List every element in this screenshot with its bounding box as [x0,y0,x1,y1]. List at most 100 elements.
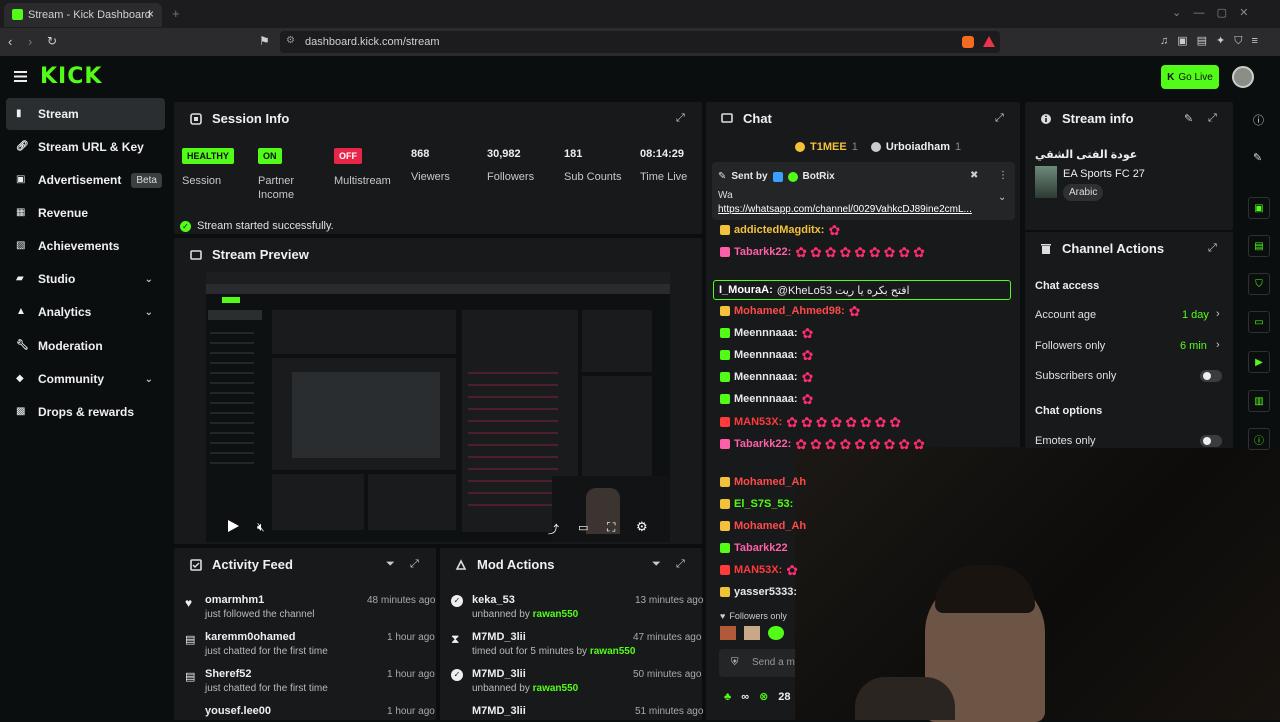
sidebar-item-achievements[interactable]: ▧ Achievements [6,230,165,262]
extensions-icons[interactable]: ♫▣▤✦⛉≡ [1160,34,1267,48]
activity-user[interactable]: omarmhm1 [205,594,264,606]
more-icon[interactable]: ⋮ [998,170,1008,181]
chat-username[interactable]: yasser5333: [734,586,797,598]
chat-username[interactable]: Tabarkk22: [734,438,791,450]
chat-message[interactable]: Tabarkk22 [720,539,1010,557]
rail-preview-button[interactable]: ▣ [1248,197,1270,219]
mod-user[interactable]: keka_53 [472,594,515,606]
address-bar[interactable]: ⚙ dashboard.kick.com/stream [280,31,1000,53]
chat-message[interactable]: Mohamed_Ah [720,517,1010,535]
chat-username[interactable]: MAN53X: [734,564,782,576]
menu-icon[interactable] [14,71,27,82]
chat-username[interactable]: El_S7S_53: [734,498,793,510]
chat-username[interactable]: Mohamed_Ah [734,520,806,532]
chat-username[interactable]: Mohamed_Ahmed98: [734,305,845,317]
avatar[interactable] [1232,66,1254,88]
mod-expand-icon[interactable]: ⤢ [676,558,685,571]
brave-shield-icon[interactable] [962,36,974,48]
channel-actions-expand-icon[interactable]: ⤢ [1208,242,1217,255]
mod-user[interactable]: M7MD_3lii [472,668,526,680]
rail-edit-icon[interactable]: ✎ [1253,151,1262,164]
sidebar-item-drops-rewards[interactable]: ▩ Drops & rewards [6,396,165,428]
follower-avatar[interactable] [720,626,736,640]
top-user-1[interactable]: T1MEE [810,141,847,153]
chat-message[interactable]: yasser5333: [720,583,1010,601]
account-age-value[interactable]: 1 day [1182,309,1209,321]
chevron-right-icon[interactable]: › [1216,308,1220,320]
rail-info-icon[interactable]: ⓘ [1253,112,1264,128]
category-name[interactable]: EA Sports FC 27 [1063,168,1145,180]
rail-trash-button[interactable]: ▥ [1248,390,1270,412]
chat-expand-icon[interactable]: ⤢ [995,112,1004,125]
theater-icon[interactable]: ▭ [578,521,588,534]
chat-message[interactable]: Meennnaaa: ✿ [720,390,1010,408]
pinned-message[interactable]: ✎ Sent by BotRix Wa https://whatsapp.com… [712,162,1015,220]
chat-message[interactable]: Meennnaaa: ✿ [720,368,1010,386]
go-live-button[interactable]: K Go Live [1161,65,1219,89]
play-icon[interactable] [228,520,239,532]
browser-tab[interactable]: Stream - Kick Dashboard × [4,3,162,27]
activity-expand-icon[interactable]: ⤢ [410,558,419,571]
rail-video-button[interactable]: ▶ [1248,351,1270,373]
subscribers-only-toggle[interactable] [1200,370,1222,382]
chat-message[interactable]: Meennnaaa: ✿ [720,324,1010,342]
chat-username[interactable]: addictedMagditx: [734,224,824,236]
activity-user[interactable]: karemm0ohamed [205,631,296,643]
follower-avatar[interactable] [768,626,784,640]
sidebar-item-analytics[interactable]: ▲ Analytics ⌄ [6,296,165,328]
stream-info-expand-icon[interactable]: ⤢ [1208,112,1217,125]
rail-info-button[interactable]: ⓘ [1248,428,1270,450]
activity-user[interactable]: Sheref52 [205,668,251,680]
mod-user[interactable]: M7MD_3lii [472,705,526,717]
chat-message[interactable]: Meennnaaa: ✿ [720,346,1010,364]
new-tab-icon[interactable]: + [172,6,180,21]
category-thumbnail[interactable] [1035,166,1057,198]
chat-username[interactable]: Meennnaaa: [734,393,798,405]
activity-user[interactable]: yousef.lee00 [205,705,271,717]
chat-username[interactable]: Mohamed_Ah [734,476,806,488]
fullscreen-icon[interactable]: ⛶ [607,520,615,535]
sidebar-item-moderation[interactable]: 🔧︎ Moderation [6,330,165,362]
unpin-icon[interactable]: ✖ [970,170,978,181]
settings-gear-icon[interactable]: ⚙ [636,519,648,535]
edit-icon[interactable]: ✎ [1184,112,1193,125]
rail-analytics-button[interactable]: ▤ [1248,235,1270,257]
followers-only-value[interactable]: 6 min [1180,340,1207,352]
window-controls[interactable]: ⌄ — ▢ ✕ [1172,6,1249,19]
rewards-icon[interactable] [983,36,995,47]
stream-preview-video[interactable] [206,272,670,542]
emote-icon[interactable]: ♣ [724,691,731,703]
site-info-icon[interactable]: ⚙ [286,35,295,46]
chat-username[interactable]: Tabarkk22: [734,246,791,258]
sidebar-item-community[interactable]: ◆ Community ⌄ [6,363,165,395]
mod-user[interactable]: M7MD_3lii [472,631,526,643]
follower-avatar[interactable] [744,626,760,640]
pinned-link[interactable]: https://whatsapp.com/channel/0029VahkcDJ… [718,204,972,215]
forward-icon[interactable]: › [28,34,32,49]
sidebar-item-stream-url-key[interactable]: 🔗︎ Stream URL & Key [6,131,165,163]
chat-message[interactable]: MAN53X: ✿✿✿✿✿✿✿✿ [720,413,1010,431]
clip-icon[interactable]: ⤴ [548,521,559,537]
points-icon[interactable]: ⊗ [759,690,768,703]
chat-message[interactable]: addictedMagditx: ✿ [720,221,1010,239]
rail-mod-button[interactable]: ⛉ [1248,273,1270,295]
sidebar-item-stream[interactable]: ▮ Stream [6,98,165,130]
chat-message[interactable]: MAN53X: ✿ [720,561,1010,579]
chat-message[interactable]: Mohamed_Ah [720,473,1010,491]
rail-chat-button[interactable]: ▭ [1248,311,1270,333]
chat-message[interactable]: Tabarkk22: ✿✿✿✿✿✿✿✿✿ [720,243,1010,261]
sidebar-item-revenue[interactable]: ▦ Revenue [6,197,165,229]
filter-icon[interactable]: ⏷ [386,558,395,571]
pinned-sender[interactable]: BotRix [803,171,835,182]
chat-username[interactable]: Meennnaaa: [734,371,798,383]
reload-icon[interactable]: ↻ [47,34,57,48]
mod-by[interactable]: rawan550 [590,646,636,657]
top-user-2[interactable]: Urboiadham [886,141,950,153]
back-icon[interactable]: ‹ [8,34,12,49]
chat-username[interactable]: Tabarkk22 [734,542,788,554]
chat-username[interactable]: I_MouraA: [719,284,773,296]
bookmark-icon[interactable]: ⚑ [259,34,270,48]
chat-message[interactable]: Tabarkk22: ✿✿✿✿✿✿✿✿✿ [720,435,1010,453]
sidebar-item-advertisement[interactable]: ▣ Advertisement Beta [6,164,165,196]
sidebar-item-studio[interactable]: ▰ Studio ⌄ [6,263,165,295]
